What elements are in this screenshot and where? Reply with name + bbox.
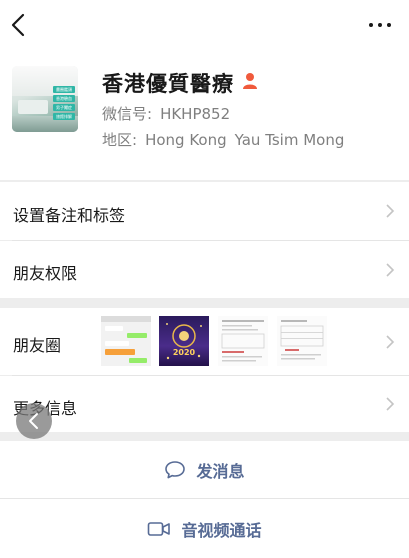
chevron-right-icon	[386, 263, 395, 277]
send-message-button[interactable]: 发消息	[0, 441, 409, 498]
set-remark-row[interactable]: 设置备注和标签	[0, 182, 409, 240]
video-camera-icon	[148, 521, 171, 536]
region-label: 地区:	[102, 131, 138, 149]
chat-bubble-icon	[165, 460, 186, 478]
avatar[interactable]: 畫圈鑑頭 香港驗血 男子閹症 旅館排解	[12, 66, 78, 132]
avatar-tag: 旅館排解	[53, 113, 75, 120]
avatar-tag: 畫圈鑑頭	[53, 86, 75, 93]
wechat-id-value: HKHP852	[160, 105, 231, 123]
video-call-button[interactable]: 音视频通话	[0, 499, 409, 558]
year-text: 2020	[173, 348, 196, 357]
wechat-id-line: 微信号: HKHP852	[102, 103, 230, 124]
chevron-left-icon[interactable]	[8, 12, 30, 38]
avatar-tag: 男子閹症	[53, 104, 75, 111]
floating-back-button[interactable]	[16, 403, 52, 439]
region-city: Hong Kong	[145, 131, 227, 149]
region-district: Yau Tsim Mong	[234, 131, 345, 149]
person-icon	[243, 73, 257, 89]
moments-label: 朋友圈	[13, 336, 62, 355]
avatar-tag: 香港驗血	[53, 95, 75, 102]
chevron-left-icon	[29, 413, 38, 429]
chevron-right-icon	[386, 204, 395, 218]
profile-header-card: 畫圈鑑頭 香港驗血 男子閹症 旅館排解 香港優質醫療 微信号: HKHP852 地…	[0, 0, 409, 180]
send-message-label: 发消息	[196, 461, 245, 481]
friend-permissions-label: 朋友权限	[13, 264, 78, 283]
chevron-right-icon	[386, 335, 395, 349]
moments-thumbnail[interactable]	[101, 316, 151, 366]
moments-thumbnail[interactable]	[218, 316, 268, 366]
avatar-tags: 畫圈鑑頭 香港驗血 男子閹症 旅館排解	[53, 86, 75, 120]
region-line: 地区: Hong Kong Yau Tsim Mong	[102, 129, 344, 150]
wechat-id-label: 微信号:	[102, 105, 153, 123]
more-dots-icon[interactable]	[369, 15, 395, 35]
more-info-row[interactable]: 更多信息	[0, 376, 409, 432]
video-call-label: 音视频通话	[181, 520, 262, 540]
moments-thumbnail[interactable]	[277, 316, 327, 366]
friend-permissions-row[interactable]: 朋友权限	[0, 241, 409, 298]
chevron-right-icon	[386, 397, 395, 411]
set-remark-label: 设置备注和标签	[13, 206, 126, 225]
contact-profile-page: 畫圈鑑頭 香港驗血 男子閹症 旅館排解 香港優質醫療 微信号: HKHP852 地…	[0, 0, 409, 558]
moments-thumbnail[interactable]: 2020	[159, 316, 209, 366]
profile-name: 香港優質醫療	[102, 72, 234, 96]
